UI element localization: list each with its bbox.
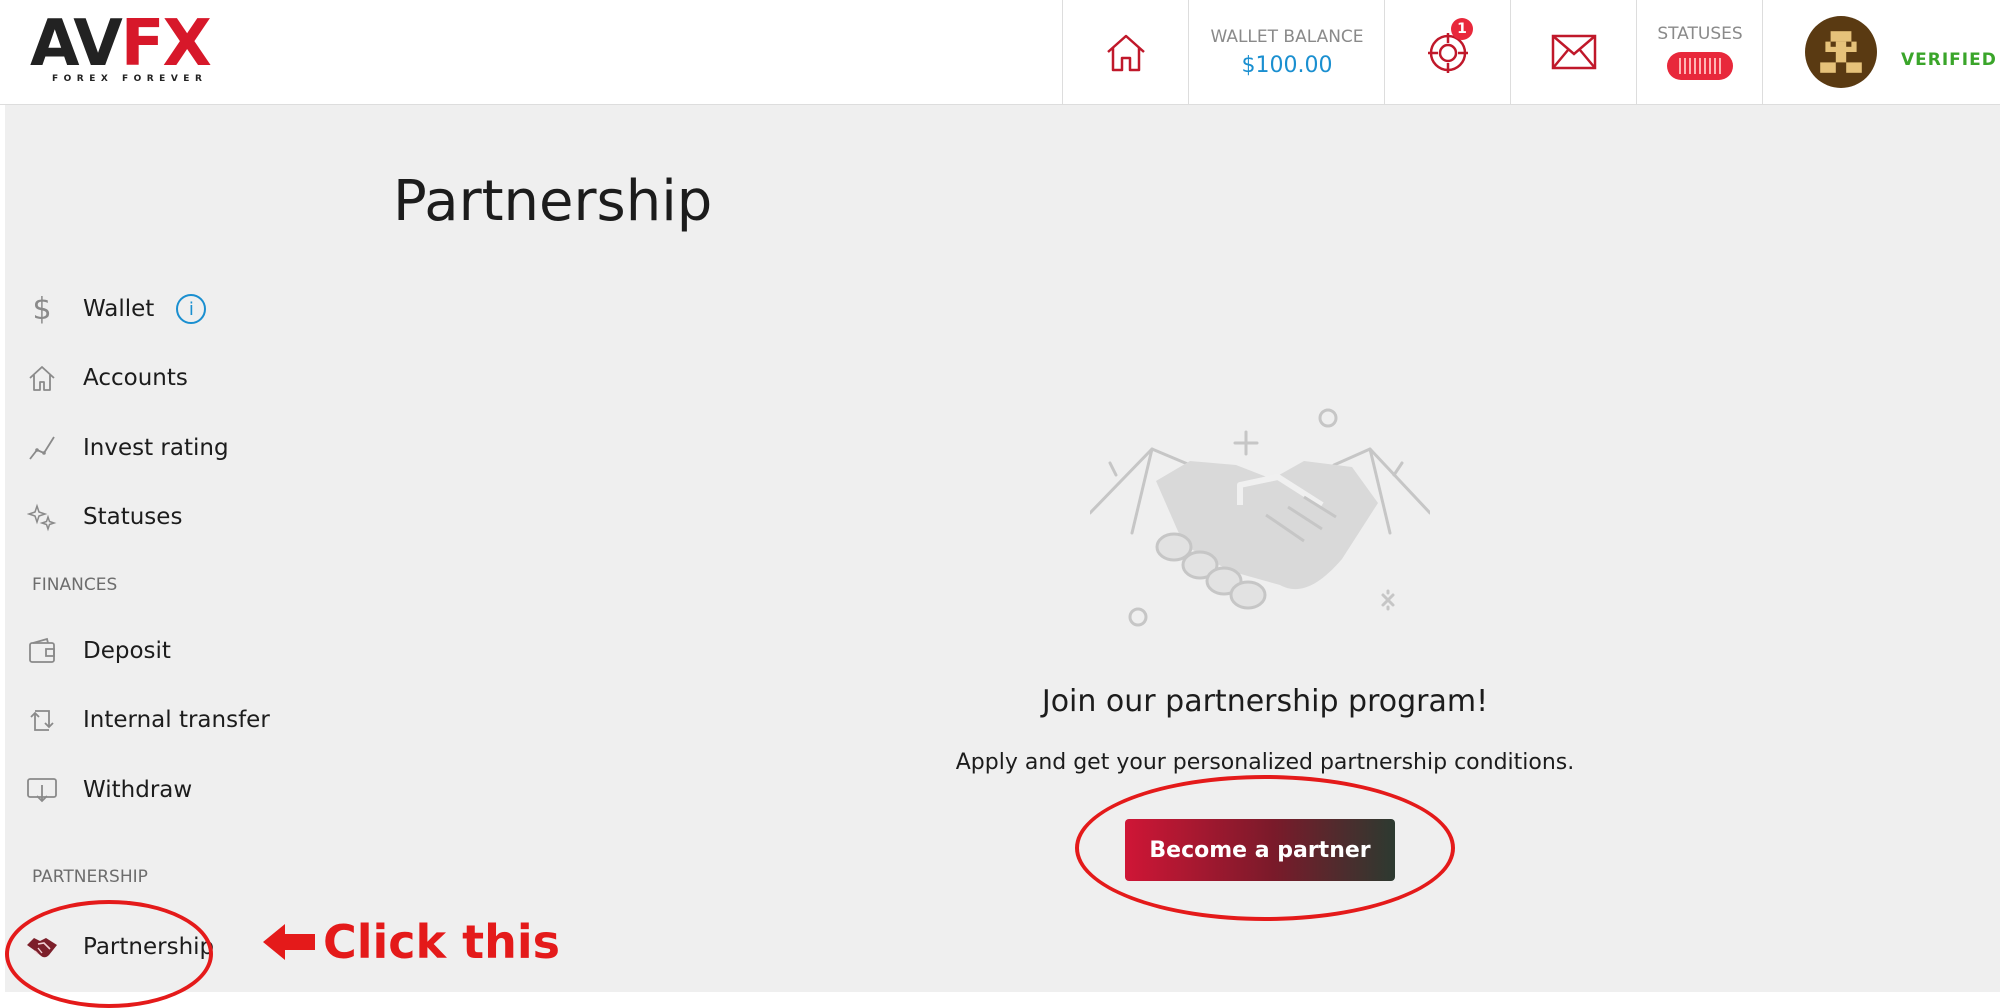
sidebar-item-label: Deposit — [83, 638, 171, 664]
sidebar-item-label: Wallet — [83, 296, 155, 322]
wallet-balance-amount: $100.00 — [1241, 52, 1333, 78]
chart-line-icon — [25, 431, 59, 465]
sidebar-item-invest-rating[interactable]: Invest rating — [25, 428, 229, 468]
join-partnership-title: Join our partnership program! — [1041, 684, 1489, 719]
statuses-label: STATUSES — [1657, 24, 1743, 44]
verified-status: VERIFIED — [1901, 50, 1997, 70]
sidebar-item-label: Statuses — [83, 504, 183, 530]
arrow-left-icon — [263, 924, 315, 960]
click-this-annotation: Click this — [263, 915, 560, 969]
dollar-icon: $ — [25, 292, 59, 326]
withdraw-icon — [25, 773, 59, 807]
page-title: Partnership — [393, 169, 713, 234]
sidebar-item-accounts[interactable]: Accounts — [25, 358, 188, 398]
logo-wordmark: AVFX — [30, 7, 212, 81]
status-pill-icon — [1667, 52, 1733, 80]
home-icon — [1107, 34, 1145, 72]
mail-icon — [1551, 34, 1597, 70]
main-content: Partnership $ Wallet i Accounts Invest r… — [5, 105, 2000, 1008]
logo-dark-part: AV — [30, 7, 123, 81]
join-partnership-subtitle: Apply and get your personalized partners… — [955, 750, 1575, 775]
sidebar-item-label: Invest rating — [83, 435, 229, 461]
messages-button[interactable] — [1510, 0, 1637, 104]
avatar[interactable] — [1805, 16, 1877, 88]
wallet-balance-widget[interactable]: WALLET BALANCE $100.00 — [1188, 0, 1385, 104]
sidebar-item-label: Accounts — [83, 365, 188, 391]
svg-text:$: $ — [32, 293, 51, 325]
sidebar-item-internal-transfer[interactable]: Internal transfer — [25, 700, 270, 740]
home-button[interactable] — [1062, 0, 1189, 104]
top-header: AVFX FOREX FOREVER WALLET BALANCE $100.0… — [0, 0, 2000, 105]
statuses-widget[interactable]: STATUSES — [1636, 0, 1763, 104]
notifications-button[interactable]: 1 — [1384, 0, 1511, 104]
profile-widget[interactable]: VERIFIED — [1762, 0, 2000, 104]
section-label-finances: FINANCES — [32, 575, 118, 595]
sidebar-item-label: Internal transfer — [83, 707, 270, 733]
sparkle-icon — [25, 500, 59, 534]
sidebar-item-label: Withdraw — [83, 777, 193, 803]
sidebar-item-statuses[interactable]: Statuses — [25, 497, 182, 537]
highlight-circle-button — [1075, 775, 1455, 921]
wallet-balance-label: WALLET BALANCE — [1210, 26, 1364, 47]
transfer-icon — [25, 703, 59, 737]
wallet-icon — [25, 634, 59, 668]
sidebar-item-withdraw[interactable]: Withdraw — [25, 770, 192, 810]
logo-red-part: FX — [120, 7, 212, 81]
sidebar-item-wallet[interactable]: $ Wallet i — [25, 289, 207, 329]
home-icon — [25, 361, 59, 395]
click-this-text: Click this — [323, 915, 561, 969]
avatar-pixel-icon — [1820, 31, 1862, 73]
handshake-illustration-icon — [1090, 408, 1430, 627]
section-label-partnership: PARTNERSHIP — [32, 867, 148, 887]
avfx-logo[interactable]: AVFX FOREX FOREVER — [30, 8, 220, 84]
logo-tagline: FOREX FOREVER — [52, 74, 208, 84]
sidebar-item-deposit[interactable]: Deposit — [25, 631, 171, 671]
info-icon[interactable]: i — [176, 294, 207, 324]
notification-badge: 1 — [1451, 18, 1473, 40]
